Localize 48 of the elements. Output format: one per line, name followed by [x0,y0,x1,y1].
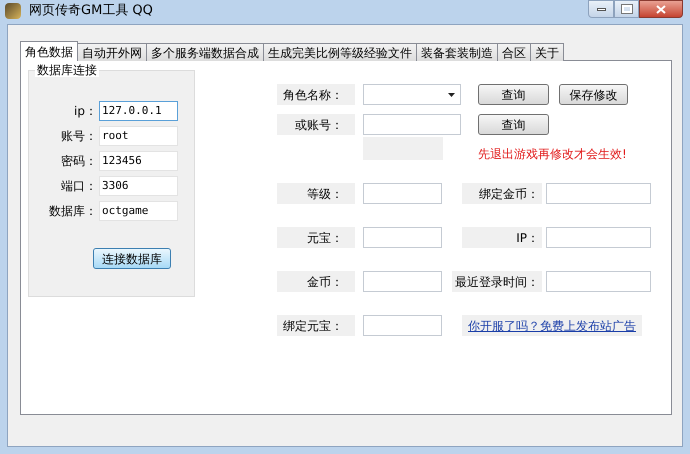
field-label: ip： [73,103,98,120]
input-field[interactable] [363,315,442,336]
field-label: 元宝： [277,227,355,248]
input-field[interactable] [363,114,461,135]
field-label: 或账号： [277,114,355,135]
app-icon [5,3,21,19]
dropdown-caret-icon [448,92,455,96]
minimize-button[interactable] [588,0,614,18]
field-label: 端口： [60,178,98,195]
tab[interactable]: 角色数据 [20,41,78,61]
field-label: 数据库： [48,203,98,220]
window-title: 网页传奇GM工具 QQ [29,2,153,20]
input-field[interactable] [363,183,442,204]
connect-button[interactable]: 连接数据库 [93,248,171,269]
name-dropdown[interactable] [363,84,461,105]
field-label: 金币： [277,271,355,292]
save-button[interactable]: 保存修改 [559,84,628,105]
field-label: 等级： [277,183,355,204]
field-label: 账号： [60,128,98,145]
tab[interactable]: 关于 [530,43,564,61]
tab[interactable]: 自动开外网 [77,43,147,61]
tab[interactable]: 装备套装制造 [416,43,498,61]
field-label: 角色名称： [277,84,355,105]
tab[interactable]: 合区 [497,43,531,61]
input-field[interactable] [363,271,442,292]
input-field[interactable]: root [99,126,178,146]
field-label: 密码： [60,153,98,170]
input-field[interactable] [363,227,442,248]
field-label: 最近登录时间： [452,271,542,292]
field-label: 绑定金币： [462,183,542,204]
tab[interactable]: 多个服务端数据合成 [146,43,264,61]
close-icon [656,4,666,14]
notice-text: 先退出游戏再修改才会生效! [478,147,627,161]
input-field[interactable]: 123456 [99,151,178,171]
input-field[interactable]: octgame [99,201,178,221]
input-field[interactable] [546,183,651,204]
input-field[interactable] [546,271,651,292]
tab[interactable]: 生成完美比例等级经验文件 [263,43,417,61]
input-field[interactable] [546,227,651,248]
input-field[interactable]: 127.0.0.1 [99,101,178,121]
input-field[interactable]: 3306 [99,176,178,196]
close-button[interactable] [639,0,683,18]
group-title: 数据库连接 [35,63,99,77]
maximize-button[interactable] [614,0,639,18]
query-button[interactable]: 查询 [478,114,549,135]
field-label: 绑定元宝： [277,315,355,336]
field-label: IP： [462,227,542,248]
query-button[interactable]: 查询 [478,84,549,105]
